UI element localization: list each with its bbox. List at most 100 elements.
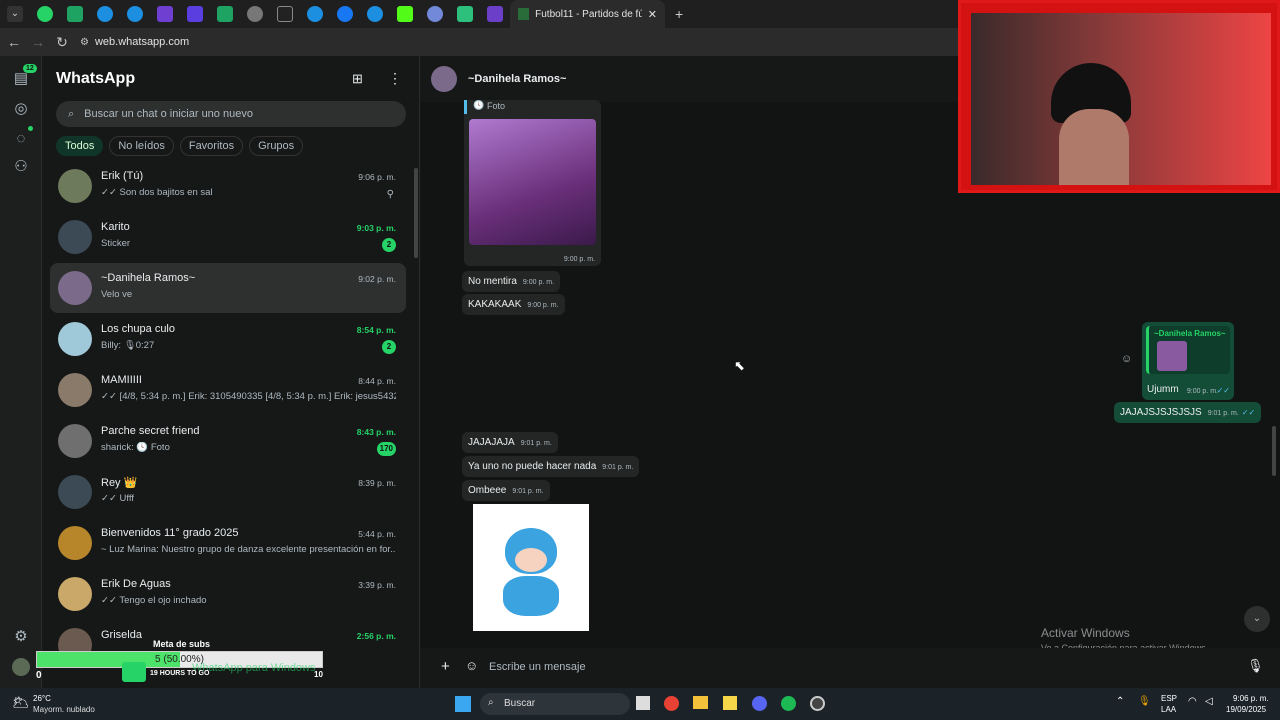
sticker-tab-icon[interactable]: [457, 6, 473, 22]
close-tab-icon[interactable]: ✕: [648, 8, 657, 21]
chat-item[interactable]: Rey 👑 ✓✓ Ufff 8:39 p. m.: [50, 467, 406, 517]
chat-preview: ✓✓ Ufff: [101, 493, 134, 504]
scroll-down-button[interactable]: ⌄: [1244, 606, 1270, 632]
active-tab[interactable]: Futbol11 - Partidos de fútbol de ✕: [510, 0, 665, 28]
message-text: Ombeee: [468, 485, 507, 496]
url-field[interactable]: web.whatsapp.com: [95, 36, 189, 48]
chat-item[interactable]: Parche secret friend sharick: 🕓 Foto 8:4…: [50, 416, 406, 466]
p-tab-icon[interactable]: [277, 6, 293, 22]
message-input[interactable]: Escribe un mensaje: [489, 661, 586, 673]
communities-icon[interactable]: ⚇: [12, 158, 30, 176]
task-view-icon[interactable]: [636, 696, 650, 710]
clock-date[interactable]: 19/09/2025: [1226, 705, 1266, 714]
gear-tab-icon[interactable]: [247, 6, 263, 22]
shield-tab-icon[interactable]: [187, 6, 203, 22]
message-out[interactable]: JAJAJSJSJSJSJS 9:01 p. m. ✓✓: [1114, 402, 1262, 423]
photo-image[interactable]: [469, 119, 596, 245]
new-tab-icon[interactable]: +: [675, 6, 683, 22]
lang-indicator[interactable]: ESP: [1161, 694, 1177, 703]
message-out-reply[interactable]: ~Danihela Ramos~ Ujumm 9:00 p. m. ✓✓: [1142, 322, 1234, 400]
sticker-icon[interactable]: ☺: [465, 658, 478, 673]
taskbar-search[interactable]: ⌕ Buscar: [480, 693, 630, 715]
spotify-icon[interactable]: [781, 696, 796, 711]
edge-tab-icon[interactable]: [127, 6, 143, 22]
channels-icon[interactable]: ◌: [12, 130, 30, 148]
weather-icon[interactable]: 🌥: [12, 694, 30, 711]
facebook-tab-icon[interactable]: [337, 6, 353, 22]
filter-no-leidos[interactable]: No leídos: [109, 136, 174, 156]
jn-tab-icon[interactable]: [487, 6, 503, 22]
mic-tray-icon[interactable]: 🎙: [1138, 696, 1151, 707]
search-bar[interactable]: ⌕ Buscar un chat o iniciar uno nuevo: [56, 101, 406, 127]
avatar: [58, 220, 92, 254]
chat-time: 9:06 p. m.: [358, 172, 396, 182]
site-info-icon[interactable]: ⚙: [80, 37, 89, 48]
chat-item[interactable]: MAMIIIII ✓✓ [4/8, 5:34 p. m.] Erik: 3105…: [50, 365, 406, 415]
video-tab-icon[interactable]: [157, 6, 173, 22]
status-icon[interactable]: ◎: [12, 100, 30, 118]
search-input[interactable]: Buscar un chat o iniciar uno nuevo: [84, 108, 253, 120]
contact-name[interactable]: ~Danihela Ramos~: [468, 73, 566, 85]
mic-icon[interactable]: 🎙: [1247, 658, 1264, 674]
discord-icon[interactable]: [752, 696, 767, 711]
profile-avatar[interactable]: [12, 658, 30, 676]
sticker-message[interactable]: [473, 504, 589, 631]
chat-item[interactable]: Erik (Tú) ✓✓ Son dos bajitos en sal 9:06…: [50, 161, 406, 211]
clock-time[interactable]: 9:06 p. m.: [1233, 694, 1269, 703]
tray-chevron-icon[interactable]: ⌃: [1116, 696, 1124, 707]
message-in[interactable]: No mentira 9:00 p. m.: [462, 271, 561, 292]
kick-tab-icon[interactable]: [397, 6, 413, 22]
chat-item[interactable]: Los chupa culo Billy: 🎙0:27 8:54 p. m. 2: [50, 314, 406, 364]
wifi-icon[interactable]: ◠: [1188, 696, 1197, 707]
photo-message[interactable]: 🕓 Foto 9:00 p. m.: [464, 100, 601, 266]
message-in[interactable]: KAKAKAAK 9:00 p. m.: [462, 294, 565, 315]
explorer-icon[interactable]: [693, 696, 708, 709]
chat-time: 3:39 p. m.: [358, 580, 396, 590]
back-icon[interactable]: ←: [2, 34, 26, 50]
reply-quote: ~Danihela Ramos~: [1146, 326, 1230, 374]
filter-grupos[interactable]: Grupos: [249, 136, 304, 156]
message-in[interactable]: JAJAJAJA 9:01 p. m.: [462, 432, 558, 453]
contact-avatar[interactable]: [431, 66, 457, 92]
tab-list-icon[interactable]: ⌄: [7, 6, 23, 22]
chat-item[interactable]: Erik De Aguas ✓✓ Tengo el ojo inchado 3:…: [50, 569, 406, 619]
edge-tab-icon[interactable]: [307, 6, 323, 22]
chrome-icon[interactable]: [664, 696, 679, 711]
sheets-tab-icon[interactable]: [67, 6, 83, 22]
attach-icon[interactable]: +: [441, 658, 450, 675]
chat-name: Erik De Aguas: [101, 578, 171, 590]
chat-item[interactable]: Karito Sticker 9:03 p. m. 2: [50, 212, 406, 262]
notes-icon[interactable]: [723, 696, 737, 710]
photo-label: Foto: [487, 101, 506, 111]
message-in[interactable]: Ya uno no puede hacer nada 9:01 p. m.: [462, 456, 640, 477]
filter-todos[interactable]: Todos: [56, 136, 104, 156]
volume-icon[interactable]: ◁: [1205, 696, 1213, 707]
new-chat-icon[interactable]: ⊞: [352, 71, 363, 87]
menu-icon[interactable]: ⋮: [388, 70, 402, 87]
message-text: KAKAKAAK: [468, 299, 522, 310]
chat-name: Los chupa culo: [101, 323, 175, 335]
edge-tab-icon[interactable]: [97, 6, 113, 22]
filter-favoritos[interactable]: Favoritos: [179, 136, 244, 156]
whatsapp-tab-icon[interactable]: [37, 6, 53, 22]
goal-min: 0: [36, 670, 42, 681]
lang-indicator-2[interactable]: LAA: [1161, 705, 1176, 714]
chat-item[interactable]: Bienvenidos 11° grado 2025 ~ Luz Marina:…: [50, 518, 406, 568]
message-in[interactable]: Ombeee 9:01 p. m.: [462, 480, 550, 501]
chat-item-selected[interactable]: ~Danihela Ramos~ Velo ve 9:02 p. m.: [50, 263, 406, 313]
chat-scrollbar[interactable]: [1272, 426, 1276, 476]
futbol-tab-icon: [518, 8, 530, 20]
weather-desc[interactable]: Mayorm. nublado: [33, 705, 95, 714]
reload-icon[interactable]: ↻: [50, 34, 74, 51]
settings-icon[interactable]: ⚙: [12, 628, 30, 646]
obs-icon[interactable]: [810, 696, 825, 711]
sheets-tab-icon[interactable]: [217, 6, 233, 22]
start-icon[interactable]: [455, 696, 471, 712]
emoji-react-icon[interactable]: ☺: [1121, 353, 1132, 365]
weather-temp[interactable]: 26°C: [33, 694, 51, 703]
link-tab-icon[interactable]: [427, 6, 443, 22]
reply-quote-name: ~Danihela Ramos~: [1154, 329, 1226, 338]
chat-list-scrollbar[interactable]: [414, 168, 418, 258]
edge-tab-icon[interactable]: [367, 6, 383, 22]
forward-icon[interactable]: →: [26, 34, 50, 50]
